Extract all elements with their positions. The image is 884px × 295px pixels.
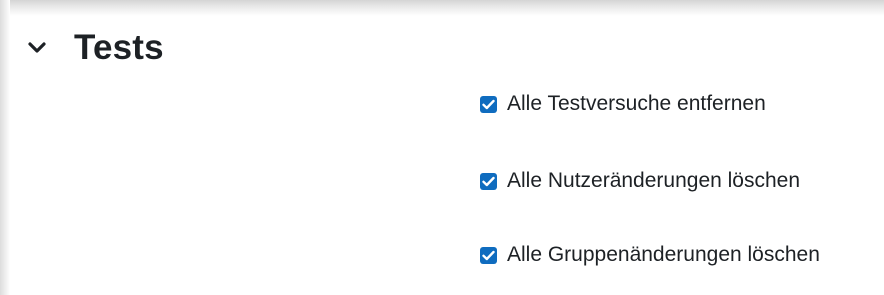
window-top-edge <box>0 0 884 16</box>
window-left-edge <box>0 0 10 295</box>
tests-section-panel: Tests Alle Testversuche entfernen Alle N… <box>10 16 884 295</box>
checkbox-delete-user-overrides[interactable] <box>480 172 497 190</box>
option-label: Alle Gruppenänderungen löschen <box>507 243 820 266</box>
option-label: Alle Testversuche entfernen <box>507 92 766 115</box>
option-label: Alle Nutzeränderungen löschen <box>507 169 801 192</box>
option-remove-test-attempts[interactable]: Alle Testversuche entfernen <box>480 91 766 117</box>
checkbox-delete-group-overrides[interactable] <box>480 246 497 264</box>
checkmark-icon <box>482 250 495 260</box>
option-delete-group-overrides[interactable]: Alle Gruppenänderungen löschen <box>480 242 820 268</box>
window-frame: Tests Alle Testversuche entfernen Alle N… <box>0 0 884 295</box>
checkmark-icon <box>482 176 495 186</box>
checkmark-icon <box>482 99 495 109</box>
option-delete-user-overrides[interactable]: Alle Nutzeränderungen löschen <box>480 168 800 194</box>
checkbox-remove-test-attempts[interactable] <box>480 95 497 113</box>
chevron-down-icon[interactable] <box>26 37 48 59</box>
section-title: Tests <box>74 28 164 67</box>
section-toggle[interactable]: Tests <box>26 26 164 70</box>
